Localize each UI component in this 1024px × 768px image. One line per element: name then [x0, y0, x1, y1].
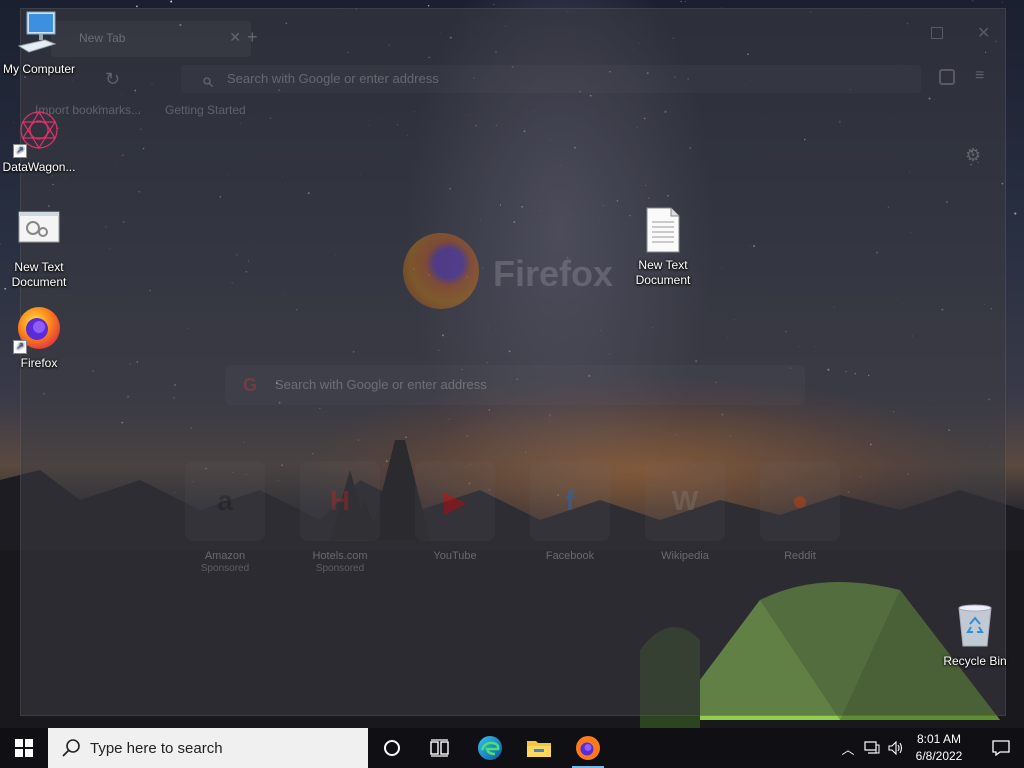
desktop-icon-label: New Text Document — [11, 260, 67, 289]
tab-title: New Tab — [79, 31, 126, 45]
file-explorer-icon — [527, 741, 551, 757]
menu-icon[interactable]: ≡ — [975, 67, 984, 85]
system-clock[interactable]: 8:01 AM 6/8/2022 — [906, 731, 972, 765]
top-site-icon: a — [185, 461, 265, 541]
top-site-label: Hotels.com — [312, 550, 368, 562]
edge-icon — [478, 736, 502, 760]
desktop-icon-firefox[interactable]: ↗ Firefox — [0, 304, 78, 371]
taskbar-search-placeholder: Type here to search — [90, 739, 223, 757]
firefox-icon: ↗ — [13, 304, 63, 354]
top-site-icon: ● — [760, 461, 840, 541]
top-site-label: Amazon — [204, 550, 246, 562]
taskbar: Type here to search ︿ 8:01 AM 6/8/2022 — [0, 728, 1024, 768]
pocket-icon[interactable] — [939, 69, 955, 85]
desktop-icon-label: New Text Document — [635, 258, 691, 287]
shortcut-arrow-icon: ↗ — [13, 144, 27, 158]
cortana-icon — [384, 740, 400, 756]
top-site-label: Wikipedia — [661, 550, 709, 562]
task-view-button[interactable] — [416, 728, 464, 768]
firefox-icon — [576, 736, 600, 760]
top-site-label: YouTube — [433, 550, 477, 562]
settings-document-icon — [15, 208, 63, 256]
datawagon-icon: ↗ — [13, 108, 63, 158]
top-site-label: Reddit — [784, 550, 816, 562]
desktop-icon-label: Recycle Bin — [943, 654, 1007, 668]
desktop-icon-recycle-bin[interactable]: Recycle Bin — [936, 602, 1014, 669]
newtab-search-placeholder: Search with Google or enter address — [275, 377, 487, 392]
top-site-tile[interactable]: ▶ YouTube — [415, 461, 495, 563]
task-view-icon — [430, 739, 449, 757]
start-button[interactable] — [0, 728, 48, 768]
computer-icon — [15, 10, 63, 58]
tab-new-tab[interactable]: New Tab ✕ — [51, 21, 251, 57]
tab-close-icon[interactable]: ✕ — [229, 29, 241, 46]
newtab-search-box[interactable]: G Search with Google or enter address — [225, 365, 805, 405]
network-icon[interactable] — [860, 728, 884, 768]
top-site-tile[interactable]: a Amazon Sponsored — [185, 461, 265, 574]
top-site-sponsored-label: Sponsored — [200, 563, 250, 574]
bookmark-getting-started[interactable]: Getting Started — [165, 103, 246, 117]
gear-icon[interactable]: ⚙ — [965, 145, 981, 166]
desktop-icon-label: My Computer — [2, 62, 76, 76]
taskbar-file-explorer[interactable] — [515, 728, 563, 768]
restore-window-icon[interactable] — [931, 27, 943, 39]
desktop-icon-new-text-document-2[interactable]: New Text Document — [624, 206, 702, 288]
volume-icon[interactable] — [884, 728, 908, 768]
recycle-bin-icon — [951, 602, 999, 650]
top-site-icon: ▶ — [415, 461, 495, 541]
address-bar-placeholder: Search with Google or enter address — [227, 71, 439, 86]
desktop-icon-label: DataWagon... — [2, 160, 76, 174]
clock-time: 8:01 AM — [916, 732, 962, 746]
top-site-label: Facebook — [545, 550, 595, 562]
shortcut-arrow-icon: ↗ — [13, 340, 27, 354]
action-center-button[interactable] — [978, 728, 1024, 768]
notification-icon — [992, 740, 1010, 756]
desktop-icon-my-computer[interactable]: My Computer — [0, 10, 78, 77]
search-icon — [62, 739, 80, 757]
search-icon — [203, 77, 213, 87]
top-site-sponsored-label: Sponsored — [315, 563, 365, 574]
desktop-icon-label: Firefox — [20, 356, 58, 370]
cortana-button[interactable] — [368, 728, 416, 768]
firefox-wordmark: Firefox — [493, 253, 614, 294]
desktop-icon-new-text-document-1[interactable]: New Text Document — [0, 208, 78, 290]
top-site-icon: H — [300, 461, 380, 541]
taskbar-firefox[interactable] — [564, 728, 612, 768]
address-bar[interactable]: Search with Google or enter address — [181, 65, 921, 93]
top-site-tile[interactable]: W Wikipedia — [645, 461, 725, 563]
firefox-window: New Tab ✕ + ✕ ↻ Search with Google or en… — [20, 8, 1006, 716]
taskbar-search-box[interactable]: Type here to search — [48, 728, 368, 768]
reload-icon[interactable]: ↻ — [105, 69, 120, 90]
top-site-tile[interactable]: f Facebook — [530, 461, 610, 563]
firefox-logo — [403, 233, 479, 309]
clock-date: 6/8/2022 — [915, 749, 963, 763]
desktop-icon-datawagon[interactable]: ↗ DataWagon... — [0, 108, 78, 175]
top-site-icon: W — [645, 461, 725, 541]
new-tab-icon[interactable]: + — [247, 27, 258, 48]
chevron-up-icon[interactable]: ︿ — [836, 728, 860, 768]
text-document-icon — [639, 206, 687, 254]
windows-logo-icon — [15, 739, 33, 757]
system-tray: ︿ — [836, 728, 908, 768]
close-window-icon[interactable]: ✕ — [977, 23, 990, 43]
top-site-tile[interactable]: H Hotels.com Sponsored — [300, 461, 380, 574]
top-site-icon: f — [530, 461, 610, 541]
taskbar-edge[interactable] — [466, 728, 514, 768]
google-icon: G — [243, 375, 258, 395]
top-site-tile[interactable]: ● Reddit — [760, 461, 840, 563]
